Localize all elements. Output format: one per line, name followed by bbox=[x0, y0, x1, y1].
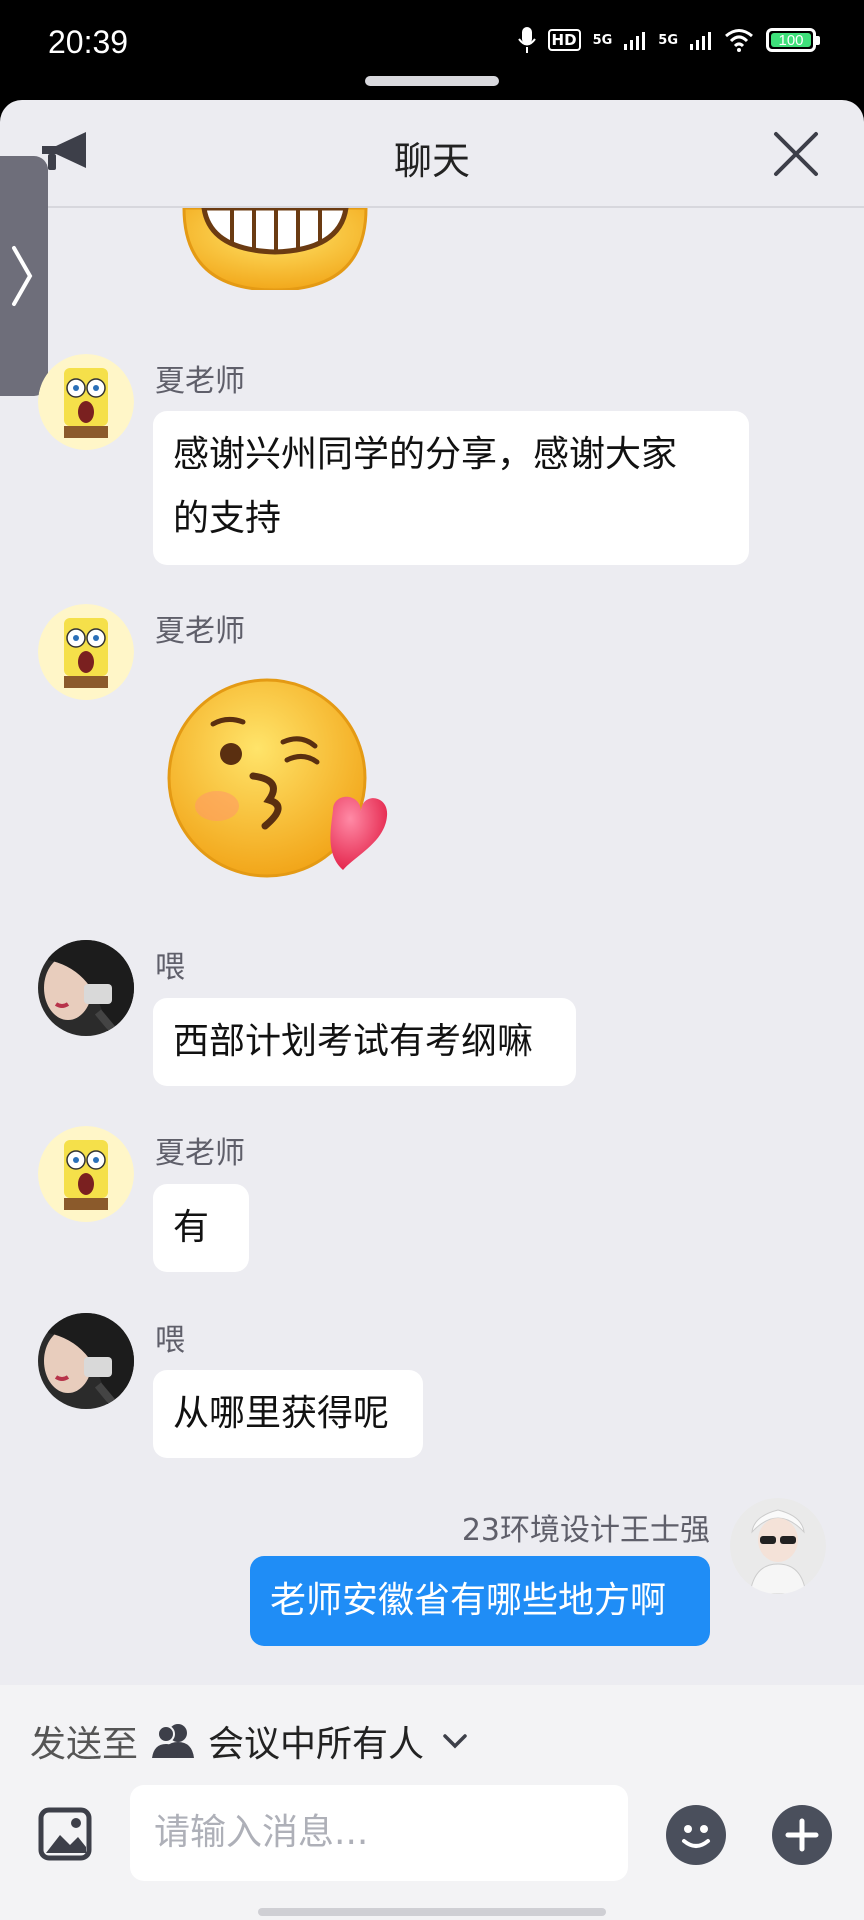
message-bubble-self[interactable]: 老师安徽省有哪些地方啊 bbox=[250, 1556, 710, 1646]
message-bubble[interactable]: 从哪里获得呢 bbox=[153, 1370, 423, 1458]
chevron-right-icon bbox=[12, 246, 33, 306]
wifi-icon bbox=[725, 29, 753, 52]
message-text: 从哪里获得呢 bbox=[173, 1393, 390, 1434]
hd-badge: HD bbox=[547, 29, 581, 51]
network-label-1: 5G bbox=[592, 32, 613, 48]
avatar-girl[interactable] bbox=[38, 1313, 134, 1409]
chevron-down-icon bbox=[443, 1734, 467, 1749]
network-label-2: 5G bbox=[658, 32, 678, 48]
sender-name-self: 23环境设计王士强 bbox=[461, 1513, 710, 1548]
avatar-self[interactable] bbox=[730, 1498, 826, 1594]
people-icon bbox=[152, 1724, 195, 1758]
status-bar: 20:39 HD 5G 5G 100 bbox=[0, 0, 864, 100]
sender-name: 夏老师 bbox=[155, 614, 245, 649]
send-to-selector[interactable]: 发送至 会议中所有人 bbox=[30, 1715, 468, 1767]
plus-icon bbox=[785, 1818, 819, 1852]
page-title: 聊天 bbox=[393, 139, 470, 183]
message-text: 有 bbox=[173, 1207, 210, 1248]
avatar-sponge[interactable] bbox=[38, 354, 134, 450]
image-icon[interactable] bbox=[38, 1807, 92, 1861]
message-text-line2: 的支持 bbox=[173, 498, 282, 539]
sheet-handle[interactable] bbox=[365, 76, 499, 86]
grin-emoji-partial bbox=[182, 208, 368, 290]
battery-icon: 100 bbox=[766, 28, 820, 52]
battery-level: 100 bbox=[771, 33, 811, 49]
send-to-target: 会议中所有人 bbox=[208, 1724, 425, 1765]
sender-name: 夏老师 bbox=[155, 364, 245, 399]
microphone-icon bbox=[517, 27, 536, 53]
sender-name: 喂 bbox=[155, 1323, 185, 1358]
message-bubble[interactable]: 有 bbox=[153, 1184, 249, 1272]
avatar-sponge[interactable] bbox=[38, 1126, 134, 1222]
avatar-sponge[interactable] bbox=[38, 604, 134, 700]
side-panel-toggle[interactable] bbox=[0, 156, 48, 396]
signal-icon-2 bbox=[690, 32, 711, 50]
status-icons: HD 5G 5G 100 bbox=[517, 26, 820, 54]
avatar-girl[interactable] bbox=[38, 940, 134, 1036]
sender-name: 喂 bbox=[155, 950, 185, 985]
message-input-placeholder: 请输入消息... bbox=[154, 1812, 369, 1853]
message-bubble[interactable]: 西部计划考试有考纲嘛 bbox=[153, 998, 576, 1086]
close-icon[interactable] bbox=[770, 128, 822, 180]
chat-header: 聊天 bbox=[0, 100, 864, 208]
message-text: 西部计划考试有考纲嘛 bbox=[173, 1021, 534, 1062]
sender-name: 夏老师 bbox=[155, 1136, 245, 1171]
home-indicator[interactable] bbox=[258, 1908, 606, 1916]
message-text: 感谢兴州同学的分享，感谢大家 bbox=[173, 434, 678, 475]
emoji-button[interactable] bbox=[666, 1805, 726, 1865]
chat-sheet: 聊天 夏老师 感谢兴州同学的分享，感谢大家 的支持 夏老师 喂 西部计划考试有考… bbox=[0, 100, 864, 1920]
message-input[interactable]: 请输入消息... bbox=[130, 1785, 628, 1881]
status-time: 20:39 bbox=[48, 24, 129, 60]
smile-icon bbox=[682, 1825, 710, 1848]
message-bubble[interactable]: 感谢兴州同学的分享，感谢大家 的支持 bbox=[153, 411, 749, 565]
signal-icon bbox=[624, 32, 646, 50]
composer-bar: 发送至 会议中所有人 请输入消息... bbox=[0, 1685, 864, 1920]
add-button[interactable] bbox=[772, 1805, 832, 1865]
send-to-label: 发送至 bbox=[30, 1724, 139, 1765]
kiss-heart-emoji[interactable] bbox=[165, 676, 391, 888]
message-text: 老师安徽省有哪些地方啊 bbox=[270, 1580, 667, 1621]
